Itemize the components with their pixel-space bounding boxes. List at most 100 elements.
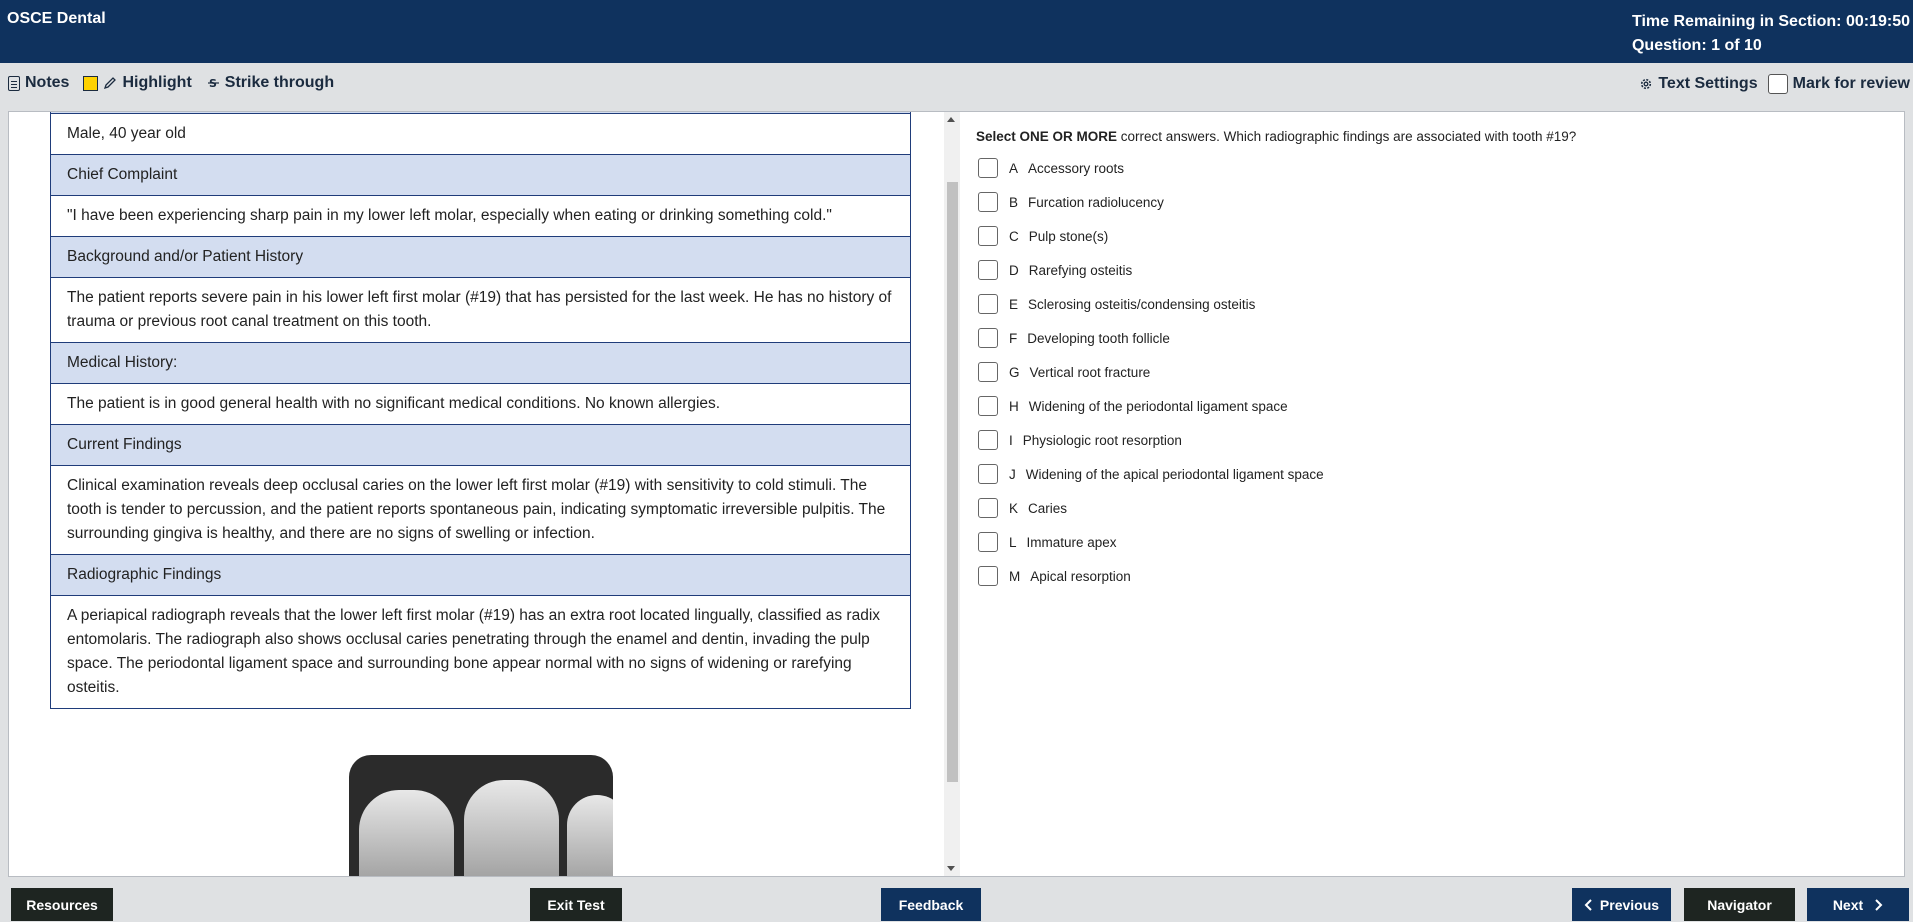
answer-option-m[interactable]: M Apical resorption — [976, 559, 1324, 593]
notes-button[interactable]: Notes — [8, 74, 69, 92]
answer-option-i[interactable]: I Physiologic root resorption — [976, 423, 1324, 457]
answer-letter: A — [1009, 160, 1019, 176]
answer-text: Caries — [1028, 500, 1068, 516]
answer-checkbox[interactable] — [978, 430, 998, 450]
answer-checkbox[interactable] — [978, 396, 998, 416]
answer-option-d[interactable]: D Rarefying osteitis — [976, 253, 1324, 287]
time-remaining: Time Remaining in Section: 00:19:50 — [1631, 13, 1910, 30]
answer-text: Pulp stone(s) — [1028, 228, 1109, 244]
answer-checkbox[interactable] — [978, 192, 998, 212]
answer-letter: C — [1009, 228, 1019, 244]
next-label: Next — [1832, 896, 1864, 913]
question-text: Select ONE OR MORE correct answers. Whic… — [976, 129, 1576, 144]
case-section-text: Clinical examination reveals deep occlus… — [51, 466, 910, 555]
answer-option-b[interactable]: B Furcation radiolucency — [976, 185, 1324, 219]
tooth-shape — [464, 780, 559, 876]
answer-letter: J — [1009, 466, 1016, 482]
highlight-label: Highlight — [122, 74, 192, 91]
case-section-header: Background and/or Patient History — [51, 237, 910, 278]
answer-letter: L — [1009, 534, 1017, 550]
scroll-up-icon[interactable] — [947, 117, 955, 122]
mark-for-review[interactable]: Mark for review — [1767, 74, 1910, 94]
case-section-header: Radiographic Findings — [51, 555, 910, 596]
answer-checkbox[interactable] — [978, 226, 998, 246]
gear-icon — [1641, 78, 1652, 90]
timer-block: Time Remaining in Section: 00:19:50 Ques… — [1632, 10, 1910, 58]
scroll-thumb[interactable] — [947, 182, 958, 782]
question-pane: Select ONE OR MORE correct answers. Whic… — [976, 112, 1896, 876]
case-section-header: Medical History: — [51, 343, 910, 384]
question-lead: Select ONE OR MORE — [976, 129, 1118, 144]
case-section-header: Current Findings — [51, 425, 910, 466]
answer-text: Apical resorption — [1030, 568, 1131, 584]
answer-letter: F — [1009, 330, 1018, 346]
text-settings-button[interactable]: Text Settings — [1639, 75, 1758, 93]
answer-option-e[interactable]: E Sclerosing osteitis/condensing osteitis — [976, 287, 1324, 321]
answer-text: Widening of the periodontal ligament spa… — [1028, 398, 1288, 414]
main-panel: Male, 40 year old Chief Complaint "I have … — [8, 111, 1905, 877]
next-button[interactable]: Next — [1807, 888, 1909, 921]
scroll-down-icon[interactable] — [947, 866, 955, 871]
case-scrollbar[interactable] — [944, 112, 960, 876]
highlight-button[interactable]: Highlight — [83, 74, 192, 92]
question-body: correct answers. Which radiographic find… — [1117, 129, 1577, 144]
answer-checkbox[interactable] — [978, 328, 998, 348]
answer-letter: G — [1009, 364, 1020, 380]
answer-option-a[interactable]: A Accessory roots — [976, 151, 1324, 185]
answer-option-h[interactable]: H Widening of the periodontal ligament sp… — [976, 389, 1324, 423]
toolbar: Notes Highlight S Strike through Text Se… — [0, 63, 1913, 103]
answer-option-j[interactable]: J Widening of the apical periodontal liga… — [976, 457, 1324, 491]
radiograph-image — [349, 755, 613, 876]
answer-text: Physiologic root resorption — [1022, 432, 1182, 448]
answer-letter: M — [1009, 568, 1021, 584]
answer-checkbox[interactable] — [978, 498, 998, 518]
answer-option-f[interactable]: F Developing tooth follicle — [976, 321, 1324, 355]
previous-button[interactable]: Previous — [1572, 888, 1671, 921]
mark-review-checkbox[interactable] — [1767, 74, 1788, 94]
answer-text: Sclerosing osteitis/condensing osteitis — [1028, 296, 1256, 312]
case-section-text: "I have been experiencing sharp pain in … — [51, 196, 910, 237]
strike-icon: S — [207, 77, 219, 90]
exit-test-button[interactable]: Exit Test — [530, 888, 622, 921]
strike-label: Strike through — [224, 74, 335, 91]
answer-text: Furcation radiolucency — [1028, 194, 1164, 210]
answer-checkbox[interactable] — [978, 294, 998, 314]
answer-option-k[interactable]: K Caries — [976, 491, 1324, 525]
answer-letter: D — [1009, 262, 1019, 278]
answer-letter: B — [1009, 194, 1019, 210]
chevron-left-icon — [1584, 898, 1592, 911]
question-counter: Question: 1 of 10 — [1631, 37, 1762, 54]
answer-checkbox[interactable] — [978, 362, 998, 382]
answer-letter: I — [1009, 432, 1013, 448]
notes-icon — [8, 75, 20, 91]
resources-button[interactable]: Resources — [11, 888, 113, 921]
answer-option-l[interactable]: L Immature apex — [976, 525, 1324, 559]
highlight-color-swatch[interactable] — [83, 75, 99, 91]
case-section-text: The patient reports severe pain in his l… — [51, 278, 910, 343]
answer-checkbox[interactable] — [978, 532, 998, 552]
answer-option-c[interactable]: C Pulp stone(s) — [976, 219, 1324, 253]
answer-checkbox[interactable] — [978, 464, 998, 484]
answer-checkbox[interactable] — [978, 260, 998, 280]
answer-text: Rarefying osteitis — [1028, 262, 1133, 278]
tooth-shape — [567, 795, 613, 876]
answer-text: Immature apex — [1026, 534, 1117, 550]
strike-through-button[interactable]: S Strike through — [207, 74, 335, 92]
navigator-button[interactable]: Navigator — [1684, 888, 1795, 921]
answer-text: Developing tooth follicle — [1027, 330, 1170, 346]
case-pane: Male, 40 year old Chief Complaint "I have … — [9, 112, 944, 876]
feedback-button[interactable]: Feedback — [881, 888, 981, 921]
answer-checkbox[interactable] — [978, 158, 998, 178]
pencil-icon — [104, 77, 117, 90]
previous-label: Previous — [1599, 896, 1660, 913]
answer-text: Widening of the apical periodontal ligam… — [1025, 466, 1324, 482]
answer-text: Accessory roots — [1028, 160, 1125, 176]
answer-letter: E — [1009, 296, 1019, 312]
answer-option-g[interactable]: G Vertical root fracture — [976, 355, 1324, 389]
chevron-right-icon — [1875, 898, 1883, 911]
answer-letter: H — [1009, 398, 1019, 414]
answer-letter: K — [1009, 500, 1019, 516]
case-section-header: Chief Complaint — [51, 155, 910, 196]
text-settings-label: Text Settings — [1658, 75, 1758, 92]
answer-checkbox[interactable] — [978, 566, 998, 586]
